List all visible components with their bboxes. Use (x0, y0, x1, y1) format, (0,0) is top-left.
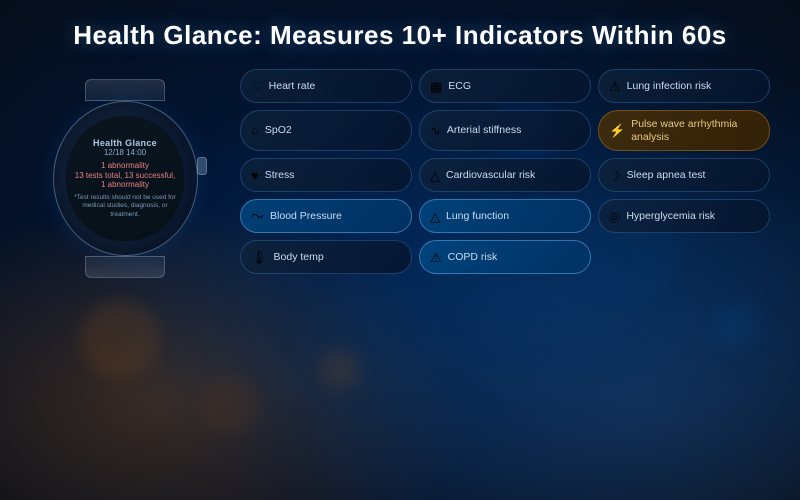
watch-strap-top (85, 79, 165, 101)
watch-disclaimer: *Test results should not be used for med… (74, 194, 176, 219)
arterial-stiffness-label: Arterial stiffness (447, 124, 522, 137)
heart-rate-label: Heart rate (269, 80, 316, 93)
watch-container: Health Glance 12/18 14:00 1 abnormality … (30, 79, 220, 264)
watch-body: Health Glance 12/18 14:00 1 abnormality … (53, 101, 198, 256)
ecg-label: ECG (448, 80, 471, 93)
pulse-wave-icon: ⚡ (609, 124, 625, 137)
spo2-label: SpO2 (265, 124, 292, 137)
lung-infection-risk-icon: ⚠ (609, 80, 621, 93)
main-area: Health Glance 12/18 14:00 1 abnormality … (30, 69, 770, 274)
watch-brand: Health Glance (93, 138, 157, 148)
indicator-heart-rate[interactable]: ♡ Heart rate (240, 69, 412, 103)
cardiovascular-risk-icon: △ (430, 169, 440, 182)
indicator-blood-pressure[interactable]: 〜 Blood Pressure (240, 199, 412, 233)
page-title: Health Glance: Measures 10+ Indicators W… (30, 20, 770, 51)
lung-function-label: Lung function (446, 210, 509, 223)
heart-rate-icon: ♡ (251, 80, 263, 93)
hyperglycemia-risk-label: Hyperglycemia risk (626, 210, 715, 223)
ecg-icon: ▦ (430, 80, 442, 93)
lung-function-icon: △ (430, 210, 440, 223)
sleep-apnea-icon: ☽ (609, 169, 621, 182)
indicator-pulse-wave[interactable]: ⚡ Pulse wave arrhythmia analysis (598, 110, 770, 151)
smartwatch: Health Glance 12/18 14:00 1 abnormality … (48, 79, 203, 264)
indicator-spo2[interactable]: ○ SpO2 (240, 110, 412, 151)
indicator-hyperglycemia-risk[interactable]: ◎ Hyperglycemia risk (598, 199, 770, 233)
spo2-icon: ○ (251, 124, 259, 137)
watch-screen: Health Glance 12/18 14:00 1 abnormality … (66, 116, 184, 241)
watch-datetime: 12/18 14:00 (104, 148, 146, 157)
main-content: Health Glance: Measures 10+ Indicators W… (0, 0, 800, 500)
hyperglycemia-risk-icon: ◎ (609, 210, 620, 223)
arterial-stiffness-icon: ∿ (430, 124, 441, 137)
indicator-lung-infection-risk[interactable]: ⚠ Lung infection risk (598, 69, 770, 103)
watch-abnormality-count: 1 abnormality 13 tests total, 13 success… (74, 161, 176, 190)
body-temp-icon: 🌡 (251, 251, 268, 264)
watch-crown (197, 157, 207, 175)
lung-infection-risk-label: Lung infection risk (627, 80, 712, 93)
sleep-apnea-label: Sleep apnea test (627, 169, 706, 182)
indicator-lung-function[interactable]: △ Lung function (419, 199, 591, 233)
body-temp-label: Body temp (274, 251, 324, 264)
indicator-sleep-apnea[interactable]: ☽ Sleep apnea test (598, 158, 770, 192)
copd-risk-icon: ⚠ (430, 251, 442, 264)
indicator-copd-risk[interactable]: ⚠ COPD risk (419, 240, 591, 274)
pulse-wave-label: Pulse wave arrhythmia analysis (631, 118, 759, 143)
indicator-stress[interactable]: ♥ Stress (240, 158, 412, 192)
indicator-body-temp[interactable]: 🌡 Body temp (240, 240, 412, 274)
indicator-arterial-stiffness[interactable]: ∿ Arterial stiffness (419, 110, 591, 151)
cardiovascular-risk-label: Cardiovascular risk (446, 169, 535, 182)
copd-risk-label: COPD risk (448, 251, 498, 264)
stress-icon: ♥ (251, 169, 259, 182)
indicators-grid: ♡ Heart rate ▦ ECG ⚠ Lung infection risk ○ SpO2… (240, 69, 770, 274)
blood-pressure-label: Blood Pressure (270, 210, 342, 223)
watch-strap-bottom (85, 256, 165, 278)
blood-pressure-icon: 〜 (251, 210, 264, 223)
indicator-cardiovascular-risk[interactable]: △ Cardiovascular risk (419, 158, 591, 192)
stress-label: Stress (265, 169, 295, 182)
indicator-ecg[interactable]: ▦ ECG (419, 69, 591, 103)
